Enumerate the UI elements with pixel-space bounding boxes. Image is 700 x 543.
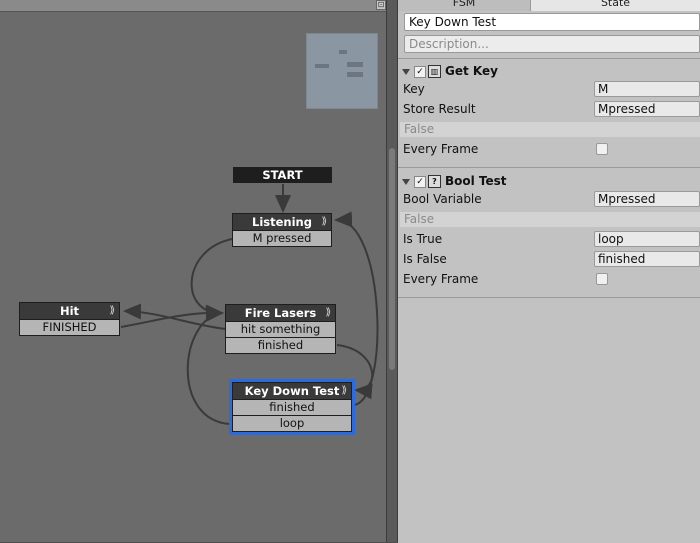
is-true-event-field[interactable]: loop [594, 231, 700, 247]
state-title: Fire Lasers ⟫ [225, 304, 336, 322]
divider [398, 58, 700, 59]
collapse-triangle-icon[interactable] [402, 178, 410, 185]
is-false-event-field[interactable]: finished [594, 251, 700, 267]
collapse-triangle-icon[interactable] [402, 68, 410, 75]
false-value-bar: False [400, 122, 700, 137]
inspector-empty-area [398, 297, 700, 543]
state-event[interactable]: finished [225, 338, 336, 354]
enable-checkbox[interactable]: ✓ [414, 175, 426, 188]
state-key-down-test[interactable]: Key Down Test ⟫ finished loop [229, 379, 355, 435]
chevron-icon: ⟫ [325, 307, 331, 318]
question-diamond-icon: ? [428, 175, 441, 188]
tab-fsm[interactable]: FSM [398, 0, 531, 11]
input-key-icon: ▥ [428, 65, 441, 78]
param-store-result-field[interactable]: Mpressed [594, 101, 700, 117]
inspector-tabs: FSM State [398, 0, 700, 11]
state-inspector: FSM State Key Down Test Description... ✓… [398, 0, 700, 543]
divider [398, 167, 700, 168]
state-event[interactable]: hit something [225, 322, 336, 338]
param-label: Every Frame [403, 272, 479, 286]
state-event[interactable]: FINISHED [19, 320, 120, 336]
state-listening[interactable]: Listening ⟫ M pressed [232, 213, 332, 247]
false-value-bar: False [400, 212, 700, 227]
chevron-icon: ⟫ [109, 305, 115, 316]
state-event[interactable]: loop [232, 416, 352, 432]
enable-checkbox[interactable]: ✓ [414, 65, 426, 78]
state-event[interactable]: M pressed [232, 231, 332, 247]
state-title: Key Down Test ⟫ [232, 382, 352, 400]
state-event[interactable]: finished [232, 400, 352, 416]
param-key-field[interactable]: M [594, 81, 700, 97]
description-input[interactable]: Description... [404, 35, 700, 53]
state-title: Hit ⟫ [19, 302, 120, 320]
param-label: Store Result [403, 102, 476, 116]
tab-state[interactable]: State [531, 0, 700, 11]
fsm-graph-canvas[interactable]: ⊡ START Listening ⟫ M pressed Hit ⟫ FINI… [0, 0, 386, 542]
state-title: Listening ⟫ [232, 213, 332, 231]
action-name: Get Key [445, 64, 498, 78]
start-node[interactable]: START [233, 167, 332, 183]
transition-wires [120, 184, 379, 425]
param-label: Is False [403, 252, 447, 266]
action-header-bool-test[interactable]: ✓? Bool Test [402, 173, 507, 189]
chevron-icon: ⟫ [321, 216, 327, 227]
param-label: Bool Variable [403, 192, 482, 206]
param-bool-variable-field[interactable]: Mpressed [594, 191, 700, 207]
every-frame-checkbox[interactable] [596, 143, 608, 155]
action-name: Bool Test [445, 174, 507, 188]
param-label: Is True [403, 232, 443, 246]
action-header-get-key[interactable]: ✓ ▥ Get Key [402, 63, 498, 79]
state-hit[interactable]: Hit ⟫ FINISHED [19, 302, 120, 336]
param-label: Key [403, 82, 425, 96]
wire-mpressed-firelasers [190, 238, 233, 322]
state-name-input[interactable]: Key Down Test [404, 13, 700, 31]
param-label: Every Frame [403, 142, 479, 156]
state-fire-lasers[interactable]: Fire Lasers ⟫ hit something finished [225, 304, 336, 354]
splitter-scroll-thumb[interactable] [389, 148, 395, 370]
every-frame-checkbox[interactable] [596, 273, 608, 285]
panel-splitter[interactable] [386, 0, 398, 542]
chevron-icon: ⟫ [341, 385, 347, 396]
